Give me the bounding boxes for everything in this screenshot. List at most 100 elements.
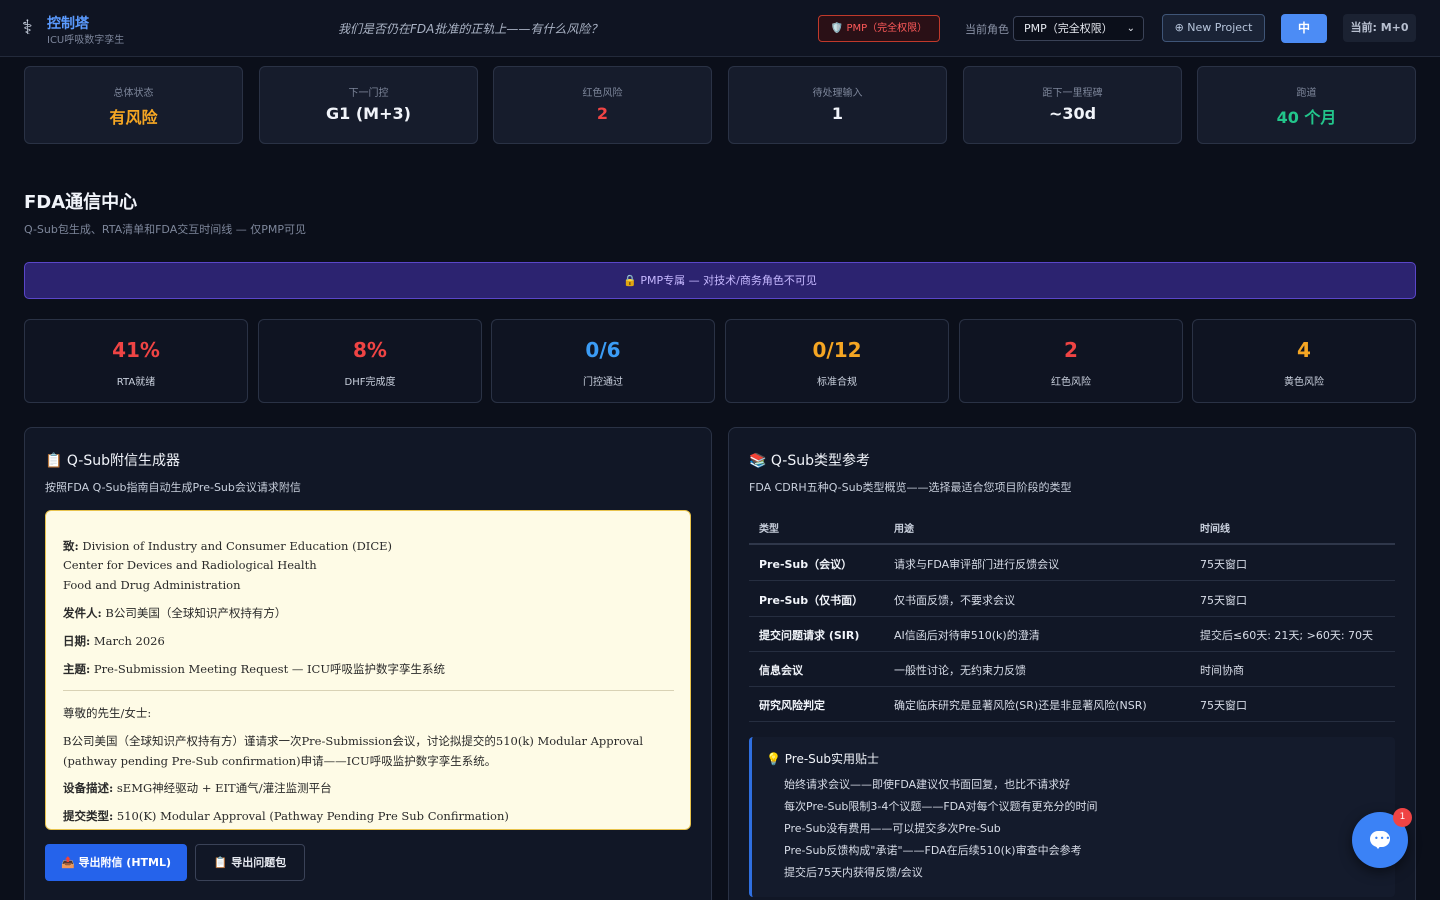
letter-date-line: 日期: March 2026 (63, 633, 165, 649)
letter-from-line: 发件人: B公司美国（全球知识产权持有方） (63, 605, 286, 621)
metric-value: 8% (353, 338, 387, 362)
column-header-timeline: 时间线 (1200, 524, 1230, 535)
letter-type-label: 提交类型: (63, 809, 114, 823)
metric-label: RTA就绪 (116, 377, 156, 388)
metric-value: 0/12 (812, 338, 862, 362)
status-card-red-risks: 红色风险 2 (493, 66, 712, 144)
app-title[interactable]: 控制塔 (47, 13, 89, 33)
cell-purpose: AI信函后对待审510(k)的澄清 (894, 629, 1040, 642)
letter-device-value: sEMG神经驱动 + EIT通气/灌注监测平台 (116, 781, 332, 795)
reference-title: 📚 Q-Sub类型参考 (749, 453, 870, 469)
tip-item: 每次Pre-Sub限制3-4个议题——FDA对每个议题有更充分的时间 (784, 800, 1098, 813)
cell-type: Pre-Sub（仅书面） (759, 594, 864, 607)
chevron-down-icon: ⌄ (1126, 23, 1135, 34)
cell-timeline: 提交后≤60天: 21天; >60天: 70天 (1200, 629, 1374, 642)
status-card-label: 总体状态 (113, 88, 154, 99)
tips-title: 💡 Pre-Sub实用贴士 (766, 752, 880, 766)
reference-subtitle: FDA CDRH五种Q-Sub类型概览——选择最适合您项目阶段的类型 (749, 481, 1072, 494)
metric-label: 标准合规 (817, 377, 857, 388)
app-subtitle: ICU呼吸数字孪生 (47, 35, 125, 46)
letter-device-label: 设备描述: (63, 781, 114, 795)
status-card-value: 1 (831, 104, 844, 123)
cell-type: 信息会议 (759, 664, 803, 677)
tip-item: Pre-Sub没有费用——可以提交多次Pre-Sub (784, 822, 1001, 835)
letter-subject-label: 主题: (63, 662, 91, 676)
status-card-value: 40 个月 (1276, 108, 1337, 127)
status-card-value: 2 (596, 104, 609, 123)
status-card-label: 距下一里程碑 (1042, 88, 1103, 99)
new-project-button[interactable]: ⊕ New Project (1162, 14, 1265, 42)
top-header: ⚕ 控制塔 ICU呼吸数字孪生 我们是否仍在FDA批准的正轨上——有什么风险？ … (0, 0, 1440, 57)
status-card-label: 红色风险 (582, 88, 623, 99)
status-card-next-gate: 下一门控 G1 (M+3) (259, 66, 478, 144)
letter-body-line-2: (pathway pending Pre-Sub confirmation)申请… (63, 754, 497, 768)
letter-to-line: 致: Division of Industry and Consumer Edu… (63, 538, 392, 554)
cell-type: 提交问题请求 (SIR) (759, 629, 860, 642)
letter-to-label: 致: (63, 539, 79, 553)
metric-label: 红色风险 (1051, 377, 1091, 388)
status-card-label: 下一门控 (348, 88, 389, 99)
metric-red-risks: 2 红色风险 (959, 319, 1183, 403)
presub-tips-callout: 💡 Pre-Sub实用贴士 始终请求会议——即使FDA建议仅书面回复，也比不请求… (749, 737, 1395, 897)
metric-value: 41% (112, 338, 160, 362)
export-letter-button[interactable]: 📤 导出附信 (HTML) (45, 844, 187, 881)
letter-from-label: 发件人: (63, 606, 102, 620)
metric-label: 黄色风险 (1284, 377, 1324, 388)
metric-dhf-completion: 8% DHF完成度 (258, 319, 482, 403)
reference-table-header: 类型 用途 时间线 (749, 511, 1395, 545)
status-card-label: 待处理输入 (812, 88, 863, 99)
metric-value: 2 (1064, 338, 1078, 362)
tip-item: 始终请求会议——即使FDA建议仅书面回复，也比不请求好 (784, 778, 1071, 791)
status-card-runway: 跑道 40 个月 (1197, 66, 1416, 144)
table-row: 提交问题请求 (SIR) AI信函后对待审510(k)的澄清 提交后≤60天: … (749, 616, 1395, 652)
status-card-value: ~30d (1048, 104, 1097, 123)
cell-timeline: 时间协商 (1200, 664, 1244, 677)
pmp-permission-badge: 🛡️ PMP（完全权限） (818, 15, 940, 42)
cell-timeline: 75天窗口 (1200, 699, 1247, 712)
cell-purpose: 请求与FDA审评部门进行反馈会议 (894, 558, 1060, 571)
chat-dots-icon: ••• (1374, 834, 1392, 843)
letter-to-value: Division of Industry and Consumer Educat… (82, 539, 393, 553)
generator-title: 📋 Q-Sub附信生成器 (45, 453, 180, 469)
tip-item: Pre-Sub反馈构成"承诺"——FDA在后续510(k)审查中会参考 (784, 844, 1082, 857)
role-select[interactable]: PMP（完全权限） ⌄ (1013, 16, 1144, 41)
table-row: 信息会议 一般性讨论，无约束力反馈 时间协商 (749, 651, 1395, 687)
cell-purpose: 一般性讨论，无约束力反馈 (894, 664, 1026, 677)
letter-to-line-3: Food and Drug Administration (63, 578, 241, 592)
status-card-value: 有风险 (109, 108, 158, 127)
cell-purpose: 确定临床研究是显著风险(SR)还是非显著风险(NSR) (894, 699, 1147, 712)
chat-notification-badge: 1 (1393, 808, 1412, 827)
metric-gates-passed: 0/6 门控通过 (491, 319, 715, 403)
letter-from-value: B公司美国（全球知识产权持有方） (105, 606, 287, 620)
cover-letter-preview[interactable]: 致: Division of Industry and Consumer Edu… (45, 510, 691, 830)
page-subtitle: Q-Sub包生成、RTA清单和FDA交互时间线 — 仅PMP可见 (24, 223, 306, 236)
table-row: Pre-Sub（仅书面） 仅书面反馈，不要求会议 75天窗口 (749, 581, 1395, 617)
cell-timeline: 75天窗口 (1200, 558, 1247, 571)
letter-body-line-1: B公司美国（全球知识产权持有方）谨请求一次Pre-Submission会议，讨论… (63, 734, 644, 748)
export-question-pack-button[interactable]: 📋 导出问题包 (195, 844, 305, 881)
metric-label: 门控通过 (583, 377, 623, 388)
status-card-overall: 总体状态 有风险 (24, 66, 243, 144)
metric-rta-readiness: 41% RTA就绪 (24, 319, 248, 403)
letter-to-line-2: Center for Devices and Radiological Heal… (63, 558, 317, 572)
letter-greeting: 尊敬的先生/女士: (63, 706, 152, 720)
language-toggle-button[interactable]: 中 (1281, 14, 1327, 43)
metric-yellow-risks: 4 黄色风险 (1192, 319, 1416, 403)
generator-subtitle: 按照FDA Q-Sub指南自动生成Pre-Sub会议请求附信 (45, 481, 301, 494)
pmp-only-banner: 🔒 PMP专属 — 对技术/商务角色不可见 (24, 262, 1416, 299)
current-month-indicator: 当前: M+0 (1343, 14, 1416, 42)
column-header-type: 类型 (759, 524, 779, 535)
cell-type: 研究风险判定 (759, 699, 825, 712)
letter-subject-value: Pre-Submission Meeting Request — ICU呼吸监护… (93, 662, 446, 676)
status-card-pending-inputs: 待处理输入 1 (728, 66, 947, 144)
letter-type-value: 510(K) Modular Approval (Pathway Pending… (116, 809, 509, 823)
status-card-next-milestone: 距下一里程碑 ~30d (963, 66, 1182, 144)
page-title: FDA通信中心 (24, 192, 138, 213)
letter-date-label: 日期: (63, 634, 91, 648)
metric-label: DHF完成度 (344, 377, 396, 388)
header-tagline: 我们是否仍在FDA批准的正轨上——有什么风险？ (338, 22, 603, 36)
status-card-label: 跑道 (1296, 88, 1317, 99)
caduceus-icon: ⚕ (22, 15, 33, 39)
table-row: Pre-Sub（会议） 请求与FDA审评部门进行反馈会议 75天窗口 (749, 545, 1395, 581)
cell-timeline: 75天窗口 (1200, 594, 1247, 607)
